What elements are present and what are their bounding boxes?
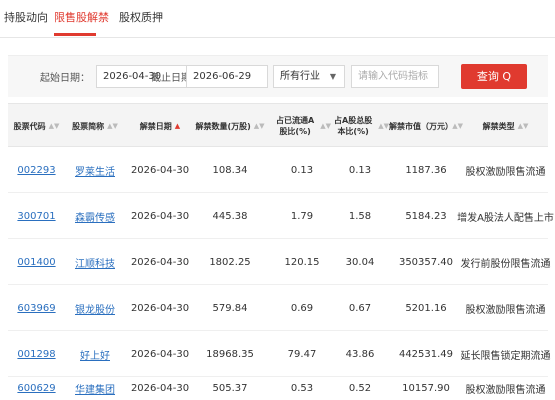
stock-code-link[interactable]: 001298 bbox=[17, 349, 55, 360]
unlock-value: 10157.90 bbox=[402, 383, 450, 394]
unlock-date: 2026-04-30 bbox=[130, 348, 190, 360]
stock-code-link[interactable]: 603969 bbox=[17, 303, 55, 314]
unlock-type: 增发A股法人配售上市 bbox=[457, 212, 554, 224]
total-pct: 43.86 bbox=[345, 348, 375, 360]
stock-name-link[interactable]: 华建集团 bbox=[75, 381, 115, 396]
unlock-type: 股权激励限售流通 bbox=[465, 166, 546, 178]
tab-equity-pledge[interactable]: 股权质押 bbox=[119, 9, 163, 25]
float-pct: 79.47 bbox=[287, 348, 317, 360]
col-header-value[interactable]: 解禁市值（万元） ▲▼ bbox=[389, 104, 463, 148]
sort-asc-icon: ▲ bbox=[174, 121, 181, 130]
table-row: 600629 华建集团 2026-04-30 505.37 0.53 0.52 … bbox=[8, 377, 548, 400]
sort-icon: ▲▼ bbox=[320, 121, 331, 130]
start-date-label: 起始日期： bbox=[40, 73, 90, 84]
stock-name-link[interactable]: 森霸传感 bbox=[75, 209, 115, 224]
table-row: 002293 罗莱生活 2026-04-30 108.34 0.13 0.13 … bbox=[8, 147, 548, 193]
total-pct: 0.13 bbox=[348, 164, 372, 176]
unlock-qty: 445.38 bbox=[212, 210, 248, 222]
unlock-date: 2026-04-30 bbox=[130, 383, 190, 394]
unlock-value: 1187.36 bbox=[405, 164, 447, 176]
col-header-code[interactable]: 股票代码 ▲▼ bbox=[8, 104, 65, 148]
unlock-type: 延长限售锁定期流通 bbox=[460, 350, 551, 362]
industry-select[interactable]: 所有行业 ▼ bbox=[273, 65, 345, 88]
unlock-value: 5201.16 bbox=[405, 302, 447, 314]
unlock-type: 发行前股份限售流通 bbox=[460, 258, 551, 270]
unlock-date: 2026-04-30 bbox=[130, 302, 190, 314]
sort-icon: ▲▼ bbox=[253, 121, 265, 130]
unlock-qty: 1802.25 bbox=[209, 256, 251, 268]
sort-icon: ▲▼ bbox=[107, 121, 118, 130]
stock-name-link[interactable]: 银龙股份 bbox=[75, 301, 115, 316]
unlock-value: 5184.23 bbox=[405, 210, 447, 222]
table-row: 603969 银龙股份 2026-04-30 579.84 0.69 0.67 … bbox=[8, 285, 548, 331]
table-row: 300701 森霸传感 2026-04-30 445.38 1.79 1.58 … bbox=[8, 193, 554, 239]
sort-icon: ▲▼ bbox=[48, 121, 60, 130]
col-header-type[interactable]: 解禁类型 ▲▼ bbox=[463, 104, 548, 148]
total-pct: 0.52 bbox=[348, 383, 372, 394]
filter-bar: 起始日期： 2026-04-30 截止日期： 2026-06-29 所有行业 ▼… bbox=[8, 55, 548, 97]
stock-code-link[interactable]: 001400 bbox=[17, 257, 55, 268]
stock-search-input[interactable]: 请输入代码指标 bbox=[351, 65, 439, 88]
unlock-qty: 505.37 bbox=[212, 383, 248, 394]
total-pct: 1.58 bbox=[348, 210, 372, 222]
tab-holding-trends[interactable]: 持股动向 bbox=[4, 9, 48, 25]
stock-code-link[interactable]: 300701 bbox=[17, 211, 55, 222]
table-row: 001298 好上好 2026-04-30 18968.35 79.47 43.… bbox=[8, 331, 551, 377]
stock-name-link[interactable]: 江顺科技 bbox=[75, 255, 115, 270]
col-header-qty[interactable]: 解禁数量(万股) ▲▼ bbox=[195, 104, 265, 148]
stock-name-link[interactable]: 罗莱生活 bbox=[75, 163, 115, 178]
chevron-down-icon: ▼ bbox=[329, 72, 336, 81]
unlock-date: 2026-04-30 bbox=[130, 164, 190, 176]
query-button[interactable]: 查询 Q bbox=[461, 64, 527, 89]
unlock-type: 股权激励限售流通 bbox=[465, 304, 546, 316]
float-pct: 0.53 bbox=[290, 383, 314, 394]
tab-restricted-share-unlock[interactable]: 限售股解禁 bbox=[54, 9, 109, 25]
stock-code-link[interactable]: 600629 bbox=[17, 383, 55, 394]
unlock-value: 350357.40 bbox=[398, 256, 454, 268]
stock-name-link[interactable]: 好上好 bbox=[80, 347, 110, 362]
table-row: 001400 江顺科技 2026-04-30 1802.25 120.15 30… bbox=[8, 239, 551, 285]
float-pct: 1.79 bbox=[290, 210, 314, 222]
sort-icon: ▲▼ bbox=[517, 121, 529, 130]
table-header: 股票代码 ▲▼ 股票简称 ▲▼ 解禁日期 ▲ 解禁数量(万股) ▲▼ 占已流通A股比(%… bbox=[8, 103, 548, 147]
unlock-date: 2026-04-30 bbox=[130, 256, 190, 268]
col-header-total-pct[interactable]: 占A股总股本比(%) ▲▼ bbox=[331, 104, 389, 148]
col-header-date[interactable]: 解禁日期 ▲ bbox=[125, 104, 195, 148]
unlock-qty: 579.84 bbox=[212, 302, 248, 314]
col-header-float-pct[interactable]: 占已流通A股比(%) ▲▼ bbox=[273, 104, 331, 148]
stock-code-link[interactable]: 002293 bbox=[17, 165, 55, 176]
unlock-value: 442531.49 bbox=[398, 348, 454, 360]
total-pct: 0.67 bbox=[348, 302, 372, 314]
float-pct: 0.69 bbox=[290, 302, 314, 314]
unlock-type: 股权激励限售流通 bbox=[465, 385, 546, 396]
industry-select-value: 所有行业 bbox=[280, 71, 320, 82]
float-pct: 0.13 bbox=[290, 164, 314, 176]
sort-icon: ▲▼ bbox=[452, 121, 463, 130]
col-header-name[interactable]: 股票简称 ▲▼ bbox=[65, 104, 125, 148]
end-date-input[interactable]: 2026-06-29 bbox=[186, 65, 268, 88]
unlock-qty: 108.34 bbox=[212, 164, 248, 176]
float-pct: 120.15 bbox=[284, 256, 320, 268]
unlock-date: 2026-04-30 bbox=[130, 210, 190, 222]
active-tab-indicator bbox=[54, 33, 96, 36]
sort-icon: ▲▼ bbox=[378, 121, 389, 130]
unlock-qty: 18968.35 bbox=[206, 348, 254, 360]
search-placeholder: 请输入代码指标 bbox=[358, 71, 428, 82]
tab-bar: 持股动向 限售股解禁 股权质押 bbox=[0, 0, 555, 38]
total-pct: 30.04 bbox=[345, 256, 375, 268]
